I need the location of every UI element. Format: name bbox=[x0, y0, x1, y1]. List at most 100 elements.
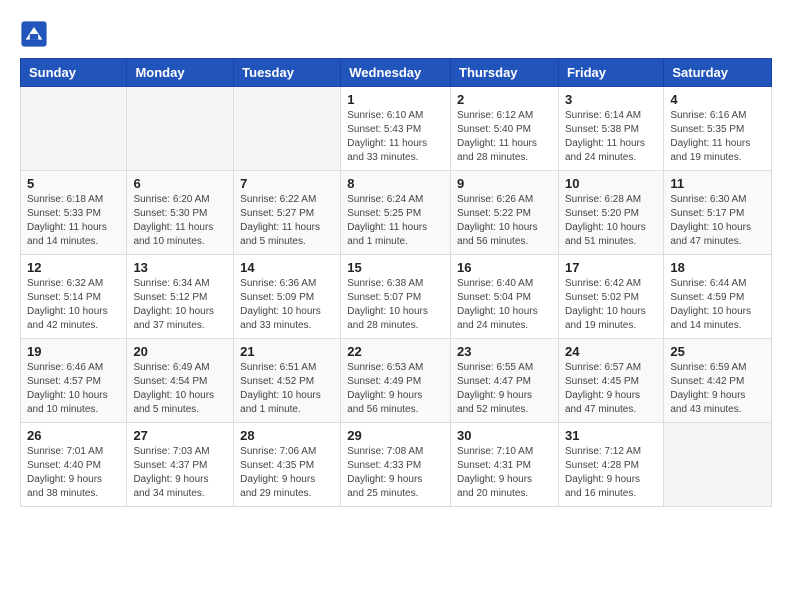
day-info: Sunrise: 6:34 AM Sunset: 5:12 PM Dayligh… bbox=[133, 277, 227, 333]
day-info: Sunrise: 6:32 AM Sunset: 5:14 PM Dayligh… bbox=[27, 277, 120, 333]
calendar-cell: 7 Sunrise: 6:22 AM Sunset: 5:27 PM Daylig… bbox=[234, 171, 341, 255]
day-number: 12 bbox=[27, 260, 120, 275]
day-info: Sunrise: 6:57 AM Sunset: 4:45 PM Dayligh… bbox=[565, 361, 657, 417]
day-info: Sunrise: 6:38 AM Sunset: 5:07 PM Dayligh… bbox=[347, 277, 444, 333]
calendar-week-row: 5Sunrise: 6:18 AM Sunset: 5:33 PM Daylig… bbox=[21, 171, 772, 255]
calendar-table: SundayMondayTuesdayWednesdayThursdayFrid… bbox=[20, 58, 772, 507]
day-number: 14 bbox=[240, 260, 334, 275]
calendar-cell: 25Sunrise: 6:59 AM Sunset: 4:42 PM Dayli… bbox=[664, 339, 772, 423]
calendar-cell: 10Sunrise: 6:28 AM Sunset: 5:20 PM Dayli… bbox=[558, 171, 663, 255]
day-number: 23 bbox=[457, 344, 552, 359]
calendar-cell: 5Sunrise: 6:18 AM Sunset: 5:33 PM Daylig… bbox=[21, 171, 127, 255]
day-number: 24 bbox=[565, 344, 657, 359]
calendar-cell: 22 Sunrise: 6:53 AM Sunset: 4:49 PM Dayli… bbox=[341, 339, 451, 423]
day-info: Sunrise: 6:59 AM Sunset: 4:42 PM Dayligh… bbox=[670, 361, 765, 417]
calendar-cell: 17 Sunrise: 6:42 AM Sunset: 5:02 PM Dayli… bbox=[558, 255, 663, 339]
day-info: Sunrise: 7:01 AM Sunset: 4:40 PM Dayligh… bbox=[27, 445, 120, 501]
day-info: Sunrise: 6:22 AM Sunset: 5:27 PM Dayligh… bbox=[240, 193, 334, 249]
calendar-cell: 20Sunrise: 6:49 AM Sunset: 4:54 PM Dayli… bbox=[127, 339, 234, 423]
calendar-cell bbox=[21, 87, 127, 171]
calendar-cell: 28 Sunrise: 7:06 AM Sunset: 4:35 PM Dayli… bbox=[234, 423, 341, 507]
weekday-header: Tuesday bbox=[234, 59, 341, 87]
day-number: 6 bbox=[133, 176, 227, 191]
day-info: Sunrise: 6:42 AM Sunset: 5:02 PM Dayligh… bbox=[565, 277, 657, 333]
day-number: 9 bbox=[457, 176, 552, 191]
day-info: Sunrise: 6:36 AM Sunset: 5:09 PM Dayligh… bbox=[240, 277, 334, 333]
weekday-header: Wednesday bbox=[341, 59, 451, 87]
day-number: 2 bbox=[457, 92, 552, 107]
day-number: 7 bbox=[240, 176, 334, 191]
calendar-cell: 15 Sunrise: 6:38 AM Sunset: 5:07 PM Dayli… bbox=[341, 255, 451, 339]
day-number: 4 bbox=[670, 92, 765, 107]
calendar-cell: 27 Sunrise: 7:03 AM Sunset: 4:37 PM Dayli… bbox=[127, 423, 234, 507]
calendar-cell: 6Sunrise: 6:20 AM Sunset: 5:30 PM Daylig… bbox=[127, 171, 234, 255]
calendar-week-row: 19 Sunrise: 6:46 AM Sunset: 4:57 PM Dayli… bbox=[21, 339, 772, 423]
calendar-cell: 2 Sunrise: 6:12 AM Sunset: 5:40 PM Daylig… bbox=[451, 87, 559, 171]
day-info: Sunrise: 6:16 AM Sunset: 5:35 PM Dayligh… bbox=[670, 109, 765, 165]
weekday-header: Saturday bbox=[664, 59, 772, 87]
day-info: Sunrise: 7:10 AM Sunset: 4:31 PM Dayligh… bbox=[457, 445, 552, 501]
calendar-cell: 21Sunrise: 6:51 AM Sunset: 4:52 PM Dayli… bbox=[234, 339, 341, 423]
day-number: 3 bbox=[565, 92, 657, 107]
day-info: Sunrise: 6:10 AM Sunset: 5:43 PM Dayligh… bbox=[347, 109, 444, 165]
day-number: 11 bbox=[670, 176, 765, 191]
day-number: 22 bbox=[347, 344, 444, 359]
calendar-cell: 31 Sunrise: 7:12 AM Sunset: 4:28 PM Dayli… bbox=[558, 423, 663, 507]
day-info: Sunrise: 6:18 AM Sunset: 5:33 PM Dayligh… bbox=[27, 193, 120, 249]
day-info: Sunrise: 6:26 AM Sunset: 5:22 PM Dayligh… bbox=[457, 193, 552, 249]
day-info: Sunrise: 7:06 AM Sunset: 4:35 PM Dayligh… bbox=[240, 445, 334, 501]
day-number: 31 bbox=[565, 428, 657, 443]
page-header bbox=[20, 20, 772, 48]
calendar-week-row: 1 Sunrise: 6:10 AM Sunset: 5:43 PM Daylig… bbox=[21, 87, 772, 171]
day-info: Sunrise: 6:53 AM Sunset: 4:49 PM Dayligh… bbox=[347, 361, 444, 417]
day-info: Sunrise: 6:12 AM Sunset: 5:40 PM Dayligh… bbox=[457, 109, 552, 165]
day-info: Sunrise: 6:44 AM Sunset: 4:59 PM Dayligh… bbox=[670, 277, 765, 333]
calendar-cell: 11Sunrise: 6:30 AM Sunset: 5:17 PM Dayli… bbox=[664, 171, 772, 255]
calendar-cell: 19 Sunrise: 6:46 AM Sunset: 4:57 PM Dayli… bbox=[21, 339, 127, 423]
calendar-cell: 26 Sunrise: 7:01 AM Sunset: 4:40 PM Dayli… bbox=[21, 423, 127, 507]
calendar-cell: 29 Sunrise: 7:08 AM Sunset: 4:33 PM Dayli… bbox=[341, 423, 451, 507]
calendar-cell: 30 Sunrise: 7:10 AM Sunset: 4:31 PM Dayli… bbox=[451, 423, 559, 507]
calendar-week-row: 26 Sunrise: 7:01 AM Sunset: 4:40 PM Dayli… bbox=[21, 423, 772, 507]
day-info: Sunrise: 6:24 AM Sunset: 5:25 PM Dayligh… bbox=[347, 193, 444, 249]
day-info: Sunrise: 7:03 AM Sunset: 4:37 PM Dayligh… bbox=[133, 445, 227, 501]
weekday-header: Monday bbox=[127, 59, 234, 87]
day-number: 15 bbox=[347, 260, 444, 275]
calendar-cell bbox=[127, 87, 234, 171]
weekday-header: Thursday bbox=[451, 59, 559, 87]
day-number: 26 bbox=[27, 428, 120, 443]
calendar-cell: 9 Sunrise: 6:26 AM Sunset: 5:22 PM Daylig… bbox=[451, 171, 559, 255]
day-number: 8 bbox=[347, 176, 444, 191]
calendar-cell: 3Sunrise: 6:14 AM Sunset: 5:38 PM Daylig… bbox=[558, 87, 663, 171]
calendar-cell bbox=[234, 87, 341, 171]
calendar-cell: 8 Sunrise: 6:24 AM Sunset: 5:25 PM Daylig… bbox=[341, 171, 451, 255]
calendar-cell: 14 Sunrise: 6:36 AM Sunset: 5:09 PM Dayli… bbox=[234, 255, 341, 339]
day-number: 16 bbox=[457, 260, 552, 275]
day-number: 21 bbox=[240, 344, 334, 359]
day-number: 19 bbox=[27, 344, 120, 359]
day-number: 29 bbox=[347, 428, 444, 443]
day-number: 28 bbox=[240, 428, 334, 443]
calendar-cell: 4 Sunrise: 6:16 AM Sunset: 5:35 PM Daylig… bbox=[664, 87, 772, 171]
logo-icon bbox=[20, 20, 48, 48]
day-number: 20 bbox=[133, 344, 227, 359]
day-info: Sunrise: 6:46 AM Sunset: 4:57 PM Dayligh… bbox=[27, 361, 120, 417]
day-info: Sunrise: 6:40 AM Sunset: 5:04 PM Dayligh… bbox=[457, 277, 552, 333]
calendar-cell: 18 Sunrise: 6:44 AM Sunset: 4:59 PM Dayli… bbox=[664, 255, 772, 339]
logo bbox=[20, 20, 52, 48]
day-number: 1 bbox=[347, 92, 444, 107]
calendar-cell: 24 Sunrise: 6:57 AM Sunset: 4:45 PM Dayli… bbox=[558, 339, 663, 423]
calendar-cell: 1 Sunrise: 6:10 AM Sunset: 5:43 PM Daylig… bbox=[341, 87, 451, 171]
calendar-cell bbox=[664, 423, 772, 507]
day-number: 27 bbox=[133, 428, 227, 443]
day-info: Sunrise: 7:12 AM Sunset: 4:28 PM Dayligh… bbox=[565, 445, 657, 501]
day-info: Sunrise: 7:08 AM Sunset: 4:33 PM Dayligh… bbox=[347, 445, 444, 501]
day-number: 10 bbox=[565, 176, 657, 191]
calendar-week-row: 12 Sunrise: 6:32 AM Sunset: 5:14 PM Dayli… bbox=[21, 255, 772, 339]
day-number: 30 bbox=[457, 428, 552, 443]
calendar-cell: 12 Sunrise: 6:32 AM Sunset: 5:14 PM Dayli… bbox=[21, 255, 127, 339]
day-number: 18 bbox=[670, 260, 765, 275]
calendar-cell: 13Sunrise: 6:34 AM Sunset: 5:12 PM Dayli… bbox=[127, 255, 234, 339]
calendar-header-row: SundayMondayTuesdayWednesdayThursdayFrid… bbox=[21, 59, 772, 87]
day-number: 17 bbox=[565, 260, 657, 275]
